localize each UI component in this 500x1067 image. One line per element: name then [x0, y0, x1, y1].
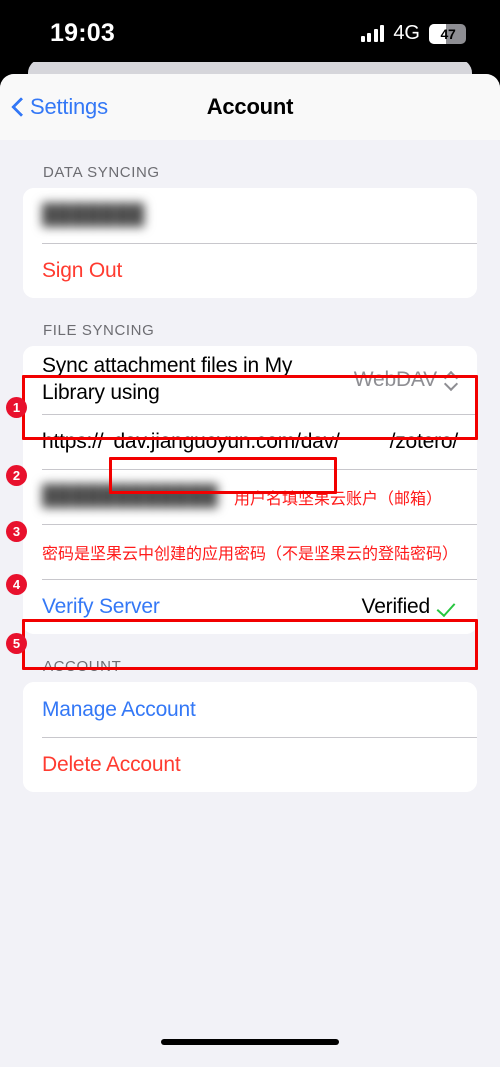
webdav-password-row[interactable]: 密码是坚果云中创建的应用密码（不是坚果云的登陆密码） — [23, 524, 477, 579]
account-card: Manage Account Delete Account — [23, 682, 477, 792]
annotation-marker-2: 2 — [6, 465, 27, 486]
sync-attachment-row[interactable]: Sync attachment files in My Library usin… — [23, 346, 477, 414]
chevron-left-icon — [12, 96, 25, 118]
annotation-marker-4: 4 — [6, 574, 27, 595]
webdav-url-row[interactable]: https:// dav.jianguoyun.com/dav/ /zotero… — [23, 414, 477, 469]
annotation-marker-5: 5 — [6, 633, 27, 654]
home-indicator — [161, 1039, 339, 1045]
webdav-url-path: /zotero/ — [389, 429, 459, 453]
annotation-marker-1: 1 — [6, 397, 27, 418]
battery-icon: 47 — [429, 23, 466, 44]
webdav-username-row[interactable]: ████████████ 用户名填坚果云账户（邮箱） — [23, 469, 477, 524]
network-type-label: 4G — [393, 22, 420, 44]
verify-server-label: Verify Server — [42, 594, 160, 618]
webdav-username-annotation: 用户名填坚果云账户（邮箱） — [234, 490, 443, 508]
manage-account-row[interactable]: Manage Account — [23, 682, 477, 737]
back-button-label: Settings — [30, 94, 108, 119]
data-syncing-card: ███████ Sign Out — [23, 188, 477, 298]
webdav-url-input[interactable]: dav.jianguoyun.com/dav/ — [107, 428, 345, 456]
sync-attachment-picker[interactable]: WebDAV — [354, 368, 458, 392]
account-username-value: ███████ — [42, 204, 145, 226]
account-settings-sheet: Settings Account DATA SYNCING ███████ Si… — [0, 74, 500, 1067]
navigation-bar: Settings Account — [0, 74, 500, 140]
webdav-url-scheme: https:// — [42, 429, 104, 453]
status-bar-time: 19:03 — [50, 19, 115, 47]
account-username-row[interactable]: ███████ — [23, 188, 477, 243]
back-button[interactable]: Settings — [12, 94, 108, 120]
verified-status-label: Verified — [361, 594, 431, 618]
battery-level-label: 47 — [440, 25, 456, 42]
status-bar-indicators: 4G 47 — [360, 22, 466, 45]
settings-content: DATA SYNCING ███████ Sign Out FILE SYNCI… — [0, 140, 500, 812]
sign-out-row[interactable]: Sign Out — [23, 243, 477, 298]
up-down-chevron-icon — [444, 370, 458, 390]
delete-account-label: Delete Account — [42, 752, 181, 776]
manage-account-label: Manage Account — [42, 697, 196, 721]
annotation-marker-3: 3 — [6, 521, 27, 542]
signal-bars-icon — [360, 25, 385, 42]
file-syncing-card: Sync attachment files in My Library usin… — [23, 346, 477, 634]
webdav-password-annotation: 密码是坚果云中创建的应用密码（不是坚果云的登陆密码） — [42, 545, 459, 563]
status-bar: 19:03 4G 47 — [0, 0, 500, 62]
section-header-data-syncing: DATA SYNCING — [43, 164, 160, 181]
verify-server-row[interactable]: Verify Server Verified — [23, 579, 477, 634]
verify-server-status: Verified — [362, 595, 458, 619]
section-header-account: ACCOUNT — [43, 658, 122, 675]
sync-attachment-label: Sync attachment files in My Library usin… — [42, 354, 293, 404]
sync-attachment-value: WebDAV — [353, 368, 437, 391]
green-check-icon — [438, 597, 458, 617]
delete-account-row[interactable]: Delete Account — [23, 737, 477, 792]
webdav-username-value: ████████████ — [42, 485, 219, 507]
section-header-file-syncing: FILE SYNCING — [43, 322, 155, 339]
sign-out-label: Sign Out — [42, 258, 123, 282]
